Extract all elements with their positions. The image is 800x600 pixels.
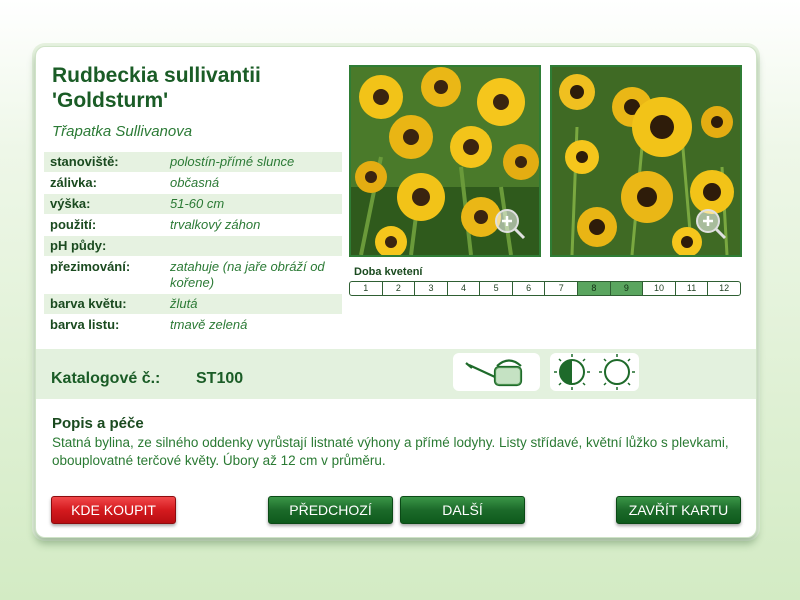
previous-button[interactable]: PŘEDCHOZÍ [268, 496, 393, 524]
plant-card: Rudbeckia sullivantii 'Goldsturm' Třapat… [35, 46, 757, 538]
bloom-month-cell: 11 [676, 282, 709, 295]
property-value [164, 236, 342, 256]
bloom-month-cell: 4 [448, 282, 481, 295]
property-label: použití: [44, 215, 164, 235]
watering-can-icon [465, 359, 523, 387]
bloom-month-cell: 3 [415, 282, 448, 295]
property-value: žlutá [164, 294, 342, 314]
property-label: barva květu: [44, 294, 164, 314]
next-button[interactable]: DALŠÍ [400, 496, 525, 524]
catalog-label: Katalogové č.: [51, 370, 161, 387]
plant-czech-name: Třapatka Sullivanova [52, 123, 193, 140]
plant-name-line2: 'Goldsturm' [52, 89, 169, 112]
bloom-month-cell: 5 [480, 282, 513, 295]
description-title: Popis a péče [52, 415, 144, 432]
bloom-month-cell: 8 [578, 282, 611, 295]
property-label: výška: [44, 194, 164, 214]
plant-name-line1: Rudbeckia sullivantii [52, 64, 261, 87]
property-row: pH půdy: [44, 236, 342, 256]
property-label: zálivka: [44, 173, 164, 193]
property-value: polostín-přímé slunce [164, 152, 342, 172]
property-row: výška: 51-60 cm [44, 194, 342, 214]
bloom-month-scale: 1 2 3 4 5 6 7 8 9 10 11 12 [349, 281, 741, 296]
bloom-month-cell: 12 [719, 283, 730, 293]
bloom-month-cell: 6 [513, 282, 546, 295]
full-sun-icon [599, 354, 635, 390]
zoom-plus-icon[interactable] [493, 207, 527, 241]
property-value: tmavě zelená [164, 315, 342, 335]
catalog-number: ST100 [196, 370, 244, 387]
zoom-plus-icon[interactable] [694, 207, 728, 241]
where-to-buy-button[interactable]: KDE KOUPIT [51, 496, 176, 524]
property-value: 51-60 cm [164, 194, 342, 214]
plant-name: Rudbeckia sullivantii 'Goldsturm' [52, 63, 342, 113]
plant-photo-1[interactable] [349, 65, 541, 257]
property-label: stanoviště: [44, 152, 164, 172]
bloom-month-cell: 9 [610, 282, 644, 295]
property-label: pH půdy: [44, 236, 164, 256]
property-row: barva květu: žlutá [44, 294, 342, 314]
bloom-month-cell: 1 [350, 282, 383, 295]
description-text: Statná bylina, ze silného oddenky vyrůst… [52, 435, 729, 468]
bloom-month-cell: 7 [545, 282, 579, 295]
property-row: barva listu: tmavě zelená [44, 315, 342, 335]
bloom-month-cell: 10 [643, 282, 676, 295]
property-row: zálivka: občasná [44, 173, 342, 193]
half-sun-icon [554, 354, 590, 390]
property-row: použití: trvalkový záhon [44, 215, 342, 235]
bloom-month-cell: 2 [383, 282, 416, 295]
bloom-period-label: Doba kvetení [354, 266, 423, 278]
plant-photo-2[interactable] [550, 65, 742, 257]
sun-icons-box [550, 353, 639, 391]
property-row: přezimování: zatahuje (na jaře obráží od… [44, 257, 342, 293]
watering-icon-box [453, 353, 540, 391]
property-value: zatahuje (na jaře obráží od kořene) [164, 257, 342, 293]
property-value: občasná [164, 173, 342, 193]
property-label: přezimování: [44, 257, 164, 293]
property-row: stanoviště: polostín-přímé slunce [44, 152, 342, 172]
close-card-button[interactable]: ZAVŘÍT KARTU [616, 496, 741, 524]
property-value: trvalkový záhon [164, 215, 342, 235]
properties-table: stanoviště: polostín-přímé slunce zálivk… [44, 151, 342, 336]
property-label: barva listu: [44, 315, 164, 335]
